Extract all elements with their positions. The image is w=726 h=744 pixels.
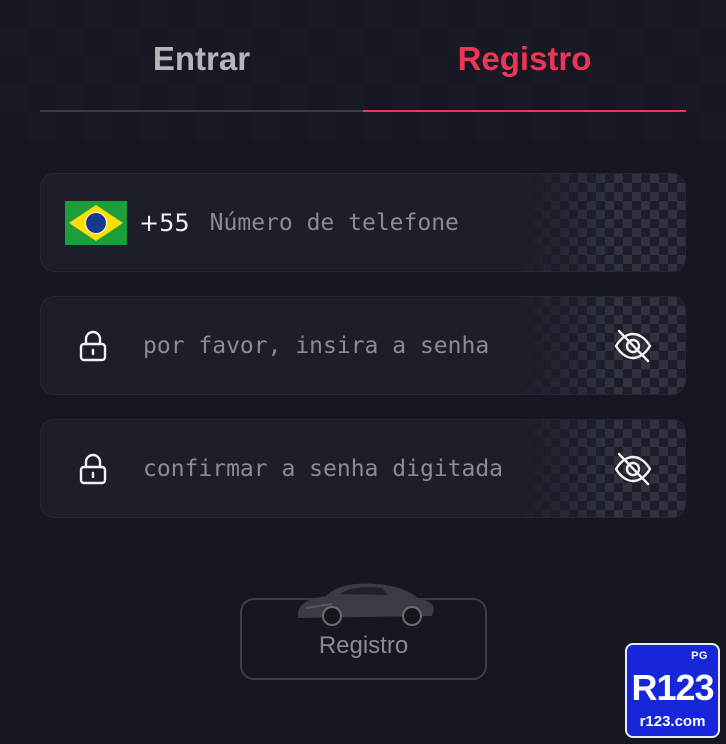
password-field (40, 296, 686, 395)
tab-login-label: Entrar (152, 40, 251, 77)
confirm-password-field (40, 419, 686, 518)
tab-register-label: Registro (457, 40, 592, 77)
phone-field: +55 (40, 173, 686, 272)
lock-icon (75, 449, 111, 489)
register-button-label: Registro (318, 632, 409, 659)
confirm-password-input[interactable] (143, 420, 613, 517)
badge-site: r123.com (639, 713, 706, 730)
brazil-flag-icon[interactable] (65, 200, 127, 245)
badge-brand: R123 (631, 667, 714, 708)
badge-tag: PG (691, 650, 708, 662)
lock-icon (75, 326, 111, 366)
eye-off-icon[interactable] (613, 326, 653, 366)
tab-login[interactable]: Entrar (40, 30, 363, 112)
site-badge: PG R123 r123.com (625, 643, 720, 738)
register-button-wrap: Registro (240, 583, 487, 680)
car-icon (298, 583, 434, 626)
password-input[interactable] (143, 297, 613, 394)
tab-register[interactable]: Registro (363, 30, 686, 112)
country-code: +55 (139, 208, 190, 237)
phone-input[interactable] (209, 174, 685, 271)
eye-off-icon[interactable] (613, 449, 653, 489)
auth-tabs: Entrar Registro (40, 30, 686, 112)
